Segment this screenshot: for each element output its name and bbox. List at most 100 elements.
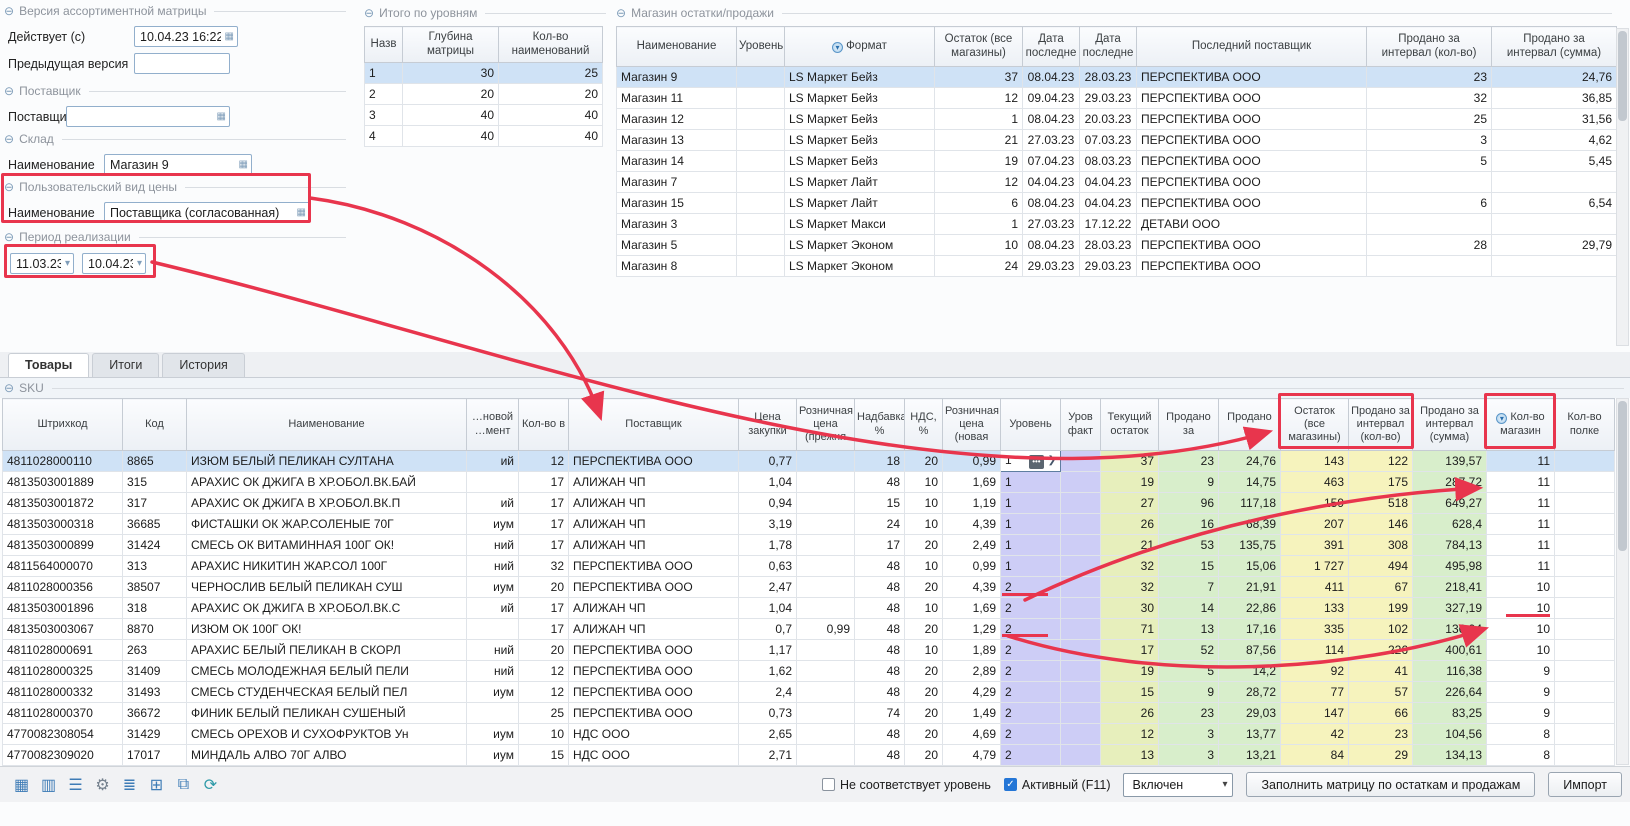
current-stock-cell[interactable]: 71 — [1101, 619, 1159, 640]
table-row[interactable]: 4811028000691263АРАХИС БЕЛЫЙ ПЕЛИКАН В С… — [3, 640, 1615, 661]
sold-interval-qty-cell[interactable]: 32 — [1367, 88, 1492, 109]
current-stock-cell[interactable]: 30 — [1101, 598, 1159, 619]
sold-interval-sum-cell[interactable]: 4,62 — [1492, 130, 1617, 151]
sold-interval-sum-cell[interactable]: 29,79 — [1492, 235, 1617, 256]
item-name-header[interactable]: Наименование — [187, 399, 467, 451]
sold-interval-qty-cell[interactable]: 518 — [1349, 493, 1413, 514]
price-segment-cell[interactable] — [467, 472, 519, 493]
sold-interval-sum-cell[interactable]: 628,4 — [1413, 514, 1487, 535]
previous-version-input[interactable] — [134, 53, 230, 74]
qty-in-pack-cell[interactable]: 17 — [519, 535, 569, 556]
retail-price-old-cell[interactable] — [797, 472, 855, 493]
item-name-cell[interactable]: АРАХИС БЕЛЫЙ ПЕЛИКАН В СКОРЛ — [187, 640, 467, 661]
price-segment-cell[interactable]: иум — [467, 724, 519, 745]
last-supplier-cell[interactable]: ПЕРСПЕКТИВА ООО — [1137, 172, 1367, 193]
table-row[interactable]: 34040 — [365, 105, 603, 126]
stock-all-stores-cell[interactable]: 10 — [935, 235, 1023, 256]
store-level-cell[interactable] — [737, 88, 785, 109]
store-format-cell[interactable]: LS Маркет Эконом — [785, 235, 935, 256]
stock-all-stores-cell[interactable]: 207 — [1281, 514, 1349, 535]
markup-percent-cell[interactable]: 18 — [855, 451, 905, 472]
table-row[interactable]: Магазин 9LS Маркет Бейз3708.04.2328.03.2… — [617, 67, 1617, 88]
vat-percent-cell[interactable]: 20 — [905, 661, 943, 682]
barcode-cell[interactable]: 4811564000070 — [3, 556, 123, 577]
level-cell[interactable]: 1 — [1001, 472, 1061, 493]
current-stock-cell[interactable]: 26 — [1101, 514, 1159, 535]
shelf-count-cell[interactable] — [1555, 619, 1615, 640]
stock-all-stores-cell[interactable]: 391 — [1281, 535, 1349, 556]
code-cell[interactable]: 36685 — [123, 514, 187, 535]
date-last-2-cell[interactable]: 07.03.23 — [1080, 130, 1137, 151]
item-name-cell[interactable]: ЧЕРНОСЛИВ БЕЛЫЙ ПЕЛИКАН СУШ — [187, 577, 467, 598]
sold-interval-sum-cell[interactable]: 327,19 — [1413, 598, 1487, 619]
date-last-1-cell[interactable]: 08.04.23 — [1023, 109, 1080, 130]
date-last-1-cell[interactable]: 27.03.23 — [1023, 214, 1080, 235]
date-last-1-cell[interactable]: 04.04.23 — [1023, 172, 1080, 193]
barcode-cell[interactable]: 4770082309020 — [3, 745, 123, 766]
retail-price-new-cell[interactable]: 2,49 — [943, 535, 1001, 556]
checkbox-unchecked-icon[interactable] — [822, 778, 835, 791]
supplier-cell[interactable]: АЛИЖАН ЧП — [569, 472, 739, 493]
level-name-header[interactable]: Назв — [365, 27, 403, 63]
sold-interval-sum-cell[interactable]: 784,13 — [1413, 535, 1487, 556]
purchase-price-cell[interactable]: 0,77 — [739, 451, 797, 472]
level-cell[interactable]: 2 — [1001, 598, 1061, 619]
stock-all-stores-cell[interactable]: 19 — [935, 151, 1023, 172]
level-fact-header[interactable]: Уровфакт — [1061, 399, 1101, 451]
level-fact-cell[interactable] — [1061, 640, 1101, 661]
matrix-depth-header[interactable]: Глубинаматрицы — [403, 27, 499, 63]
table-row[interactable]: Магазин 13LS Маркет Бейз2127.03.2307.03.… — [617, 130, 1617, 151]
stock-all-stores-cell[interactable]: 77 — [1281, 682, 1349, 703]
sold-interval-sum-cell[interactable] — [1492, 256, 1617, 277]
current-stock-cell[interactable]: 19 — [1101, 661, 1159, 682]
sold-sum-cell[interactable]: 87,56 — [1219, 640, 1281, 661]
barcode-cell[interactable]: 4811028000356 — [3, 577, 123, 598]
purchase-price-cell[interactable]: 2,4 — [739, 682, 797, 703]
retail-price-old-cell[interactable] — [797, 682, 855, 703]
table-row[interactable]: 481350300031836685ФИСТАШКИ ОК ЖАР.СОЛЕНЫ… — [3, 514, 1615, 535]
sold-interval-sum-cell[interactable]: 134,13 — [1413, 745, 1487, 766]
expand-icon[interactable]: ❯ — [1048, 455, 1056, 466]
current-stock-cell[interactable]: 12 — [1101, 724, 1159, 745]
sold-interval-qty-cell[interactable]: 23 — [1367, 67, 1492, 88]
supplier-cell[interactable]: ПЕРСПЕКТИВА ООО — [569, 661, 739, 682]
purchase-price-cell[interactable]: 0,7 — [739, 619, 797, 640]
store-level-cell[interactable] — [737, 256, 785, 277]
purchase-price-cell[interactable]: 2,65 — [739, 724, 797, 745]
sold-interval-sum-cell[interactable]: 139,57 — [1413, 451, 1487, 472]
markup-percent-cell[interactable]: 48 — [855, 745, 905, 766]
level-cell[interactable]: 2 — [1001, 703, 1061, 724]
stock-all-stores-cell[interactable]: 1 — [935, 109, 1023, 130]
sold-qty-cell[interactable]: 15 — [1159, 556, 1219, 577]
sold-sum-cell[interactable]: 21,91 — [1219, 577, 1281, 598]
mismatch-level-checkbox[interactable]: Не соответствует уровень — [822, 778, 991, 792]
supplier-cell[interactable]: АЛИЖАН ЧП — [569, 619, 739, 640]
sold-interval-qty-cell[interactable]: 5 — [1367, 151, 1492, 172]
date-last-1-cell[interactable]: 29.03.23 — [1023, 256, 1080, 277]
retail-price-new-cell[interactable]: 4,39 — [943, 514, 1001, 535]
table-row[interactable]: Магазин 11LS Маркет Бейз1209.04.2329.03.… — [617, 88, 1617, 109]
ellipsis-button[interactable]: ••• — [1029, 455, 1043, 469]
store-count-cell[interactable]: 11 — [1487, 514, 1555, 535]
sold-qty-cell[interactable]: 23 — [1159, 451, 1219, 472]
sold-interval-qty-cell[interactable] — [1367, 256, 1492, 277]
level-fact-cell[interactable] — [1061, 577, 1101, 598]
current-stock-cell[interactable]: 27 — [1101, 493, 1159, 514]
item-name-cell[interactable]: АРАХИС ОК ДЖИГА В ХР.ОБОЛ.ВК.БАЙ — [187, 472, 467, 493]
collapse-icon[interactable]: ⊖ — [4, 231, 14, 243]
table-row[interactable]: 481102800035638507ЧЕРНОСЛИВ БЕЛЫЙ ПЕЛИКА… — [3, 577, 1615, 598]
level-cell[interactable]: 2 — [1001, 724, 1061, 745]
retail-price-new-cell[interactable]: 1,49 — [943, 703, 1001, 724]
markup-percent-cell[interactable]: 48 — [855, 640, 905, 661]
sold-interval-sum-cell[interactable]: 226,64 — [1413, 682, 1487, 703]
table-row[interactable]: 48110280001108865ИЗЮМ БЕЛЫЙ ПЕЛИКАН СУЛТ… — [3, 451, 1615, 472]
supplier-cell[interactable]: АЛИЖАН ЧП — [569, 535, 739, 556]
price-segment-cell[interactable]: ий — [467, 451, 519, 472]
matrix-depth-cell[interactable]: 20 — [403, 84, 499, 105]
date-last-1-cell[interactable]: 08.04.23 — [1023, 235, 1080, 256]
store-count-cell[interactable]: 10 — [1487, 619, 1555, 640]
matrix-depth-cell[interactable]: 40 — [403, 126, 499, 147]
qty-in-pack-header[interactable]: Кол-во в — [519, 399, 569, 451]
retail-price-old-cell[interactable] — [797, 598, 855, 619]
table-row[interactable]: 481102800037036672ФИНИК БЕЛЫЙ ПЕЛИКАН СУ… — [3, 703, 1615, 724]
